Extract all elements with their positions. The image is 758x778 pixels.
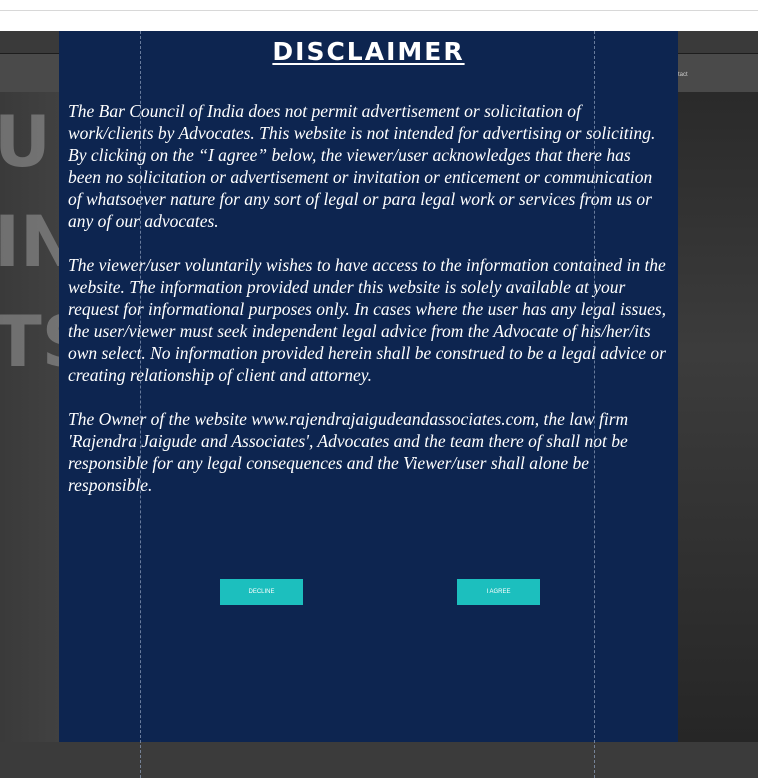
browser-top-bar xyxy=(0,0,758,11)
hero-right-shade xyxy=(678,92,758,742)
disclaimer-title: DISCLAIMER xyxy=(272,37,465,66)
hero-sign-letters: U IN TS xyxy=(0,92,93,742)
disclaimer-modal: DISCLAIMER The Bar Council of India does… xyxy=(59,31,678,742)
disclaimer-body: The Bar Council of India does not permit… xyxy=(68,100,668,518)
header-strip xyxy=(0,11,758,31)
disclaimer-paragraph: The Bar Council of India does not permit… xyxy=(68,101,656,231)
hero-letter: TS xyxy=(0,301,93,383)
hero-letter: U xyxy=(0,101,51,183)
decline-button[interactable]: DECLINE xyxy=(220,579,303,605)
disclaimer-paragraph: The Owner of the website www.rajendrajai… xyxy=(68,409,629,495)
nav-item-contact[interactable]: tact xyxy=(678,72,688,78)
agree-button[interactable]: I AGREE xyxy=(457,579,540,605)
footer-band xyxy=(0,742,758,778)
disclaimer-paragraph: The viewer/user voluntarily wishes to ha… xyxy=(68,255,667,385)
hero-letter: IN xyxy=(0,201,79,283)
